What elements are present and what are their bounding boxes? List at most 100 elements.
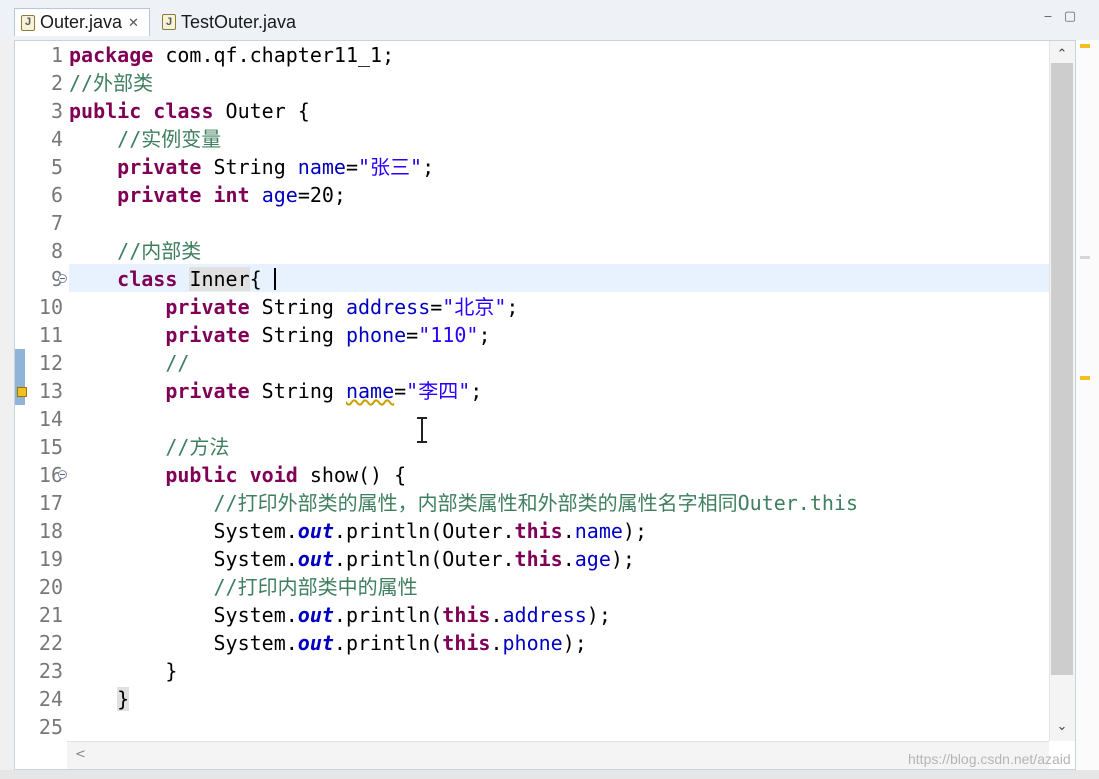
- horizontal-scrollbar[interactable]: <: [67, 741, 1049, 769]
- code-line[interactable]: private int age=20;: [69, 181, 346, 209]
- code-token: .: [490, 631, 503, 655]
- code-token: .: [562, 519, 575, 543]
- close-icon[interactable]: ✕: [128, 15, 139, 31]
- tab-testouter-java[interactable]: J TestOuter.java: [156, 8, 316, 36]
- code-token: String: [249, 379, 346, 403]
- code-token: ;: [422, 155, 435, 179]
- line-number: 20: [38, 575, 63, 599]
- code-token: System.: [69, 519, 298, 543]
- code-token: //打印内部类中的属性: [213, 575, 418, 599]
- code-line[interactable]: public void show() {: [69, 461, 406, 489]
- code-line[interactable]: System.out.println(this.phone);: [69, 629, 587, 657]
- code-token: private: [165, 379, 250, 403]
- line-number: 4: [50, 127, 63, 151]
- code-token: .println(: [333, 631, 443, 655]
- fold-toggle-icon[interactable]: [58, 470, 67, 479]
- code-token: String: [201, 155, 298, 179]
- code-token: private: [117, 183, 202, 207]
- vertical-scrollbar[interactable]: ⌃ ⌄: [1049, 41, 1075, 741]
- code-token: //外部类: [69, 71, 154, 95]
- code-token: //: [165, 351, 190, 375]
- code-line[interactable]: //外部类: [69, 69, 153, 97]
- code-line[interactable]: }: [69, 685, 130, 713]
- code-line[interactable]: package com.qf.chapter11_1;: [69, 41, 394, 69]
- fold-toggle-icon[interactable]: [58, 274, 67, 283]
- overview-ruler[interactable]: [1076, 40, 1099, 770]
- code-line[interactable]: System.out.println(Outer.this.age);: [69, 545, 634, 573]
- line-number: 7: [50, 211, 63, 235]
- status-bar: [0, 770, 1099, 779]
- code-token: .println(: [333, 603, 443, 627]
- scroll-down-icon[interactable]: ⌄: [1050, 719, 1074, 737]
- overview-warning-mark[interactable]: [1080, 376, 1090, 380]
- code-token: public: [69, 99, 142, 123]
- code-editor[interactable]: 1 2 3 4 5 6 7 8 9 10 11 12 13 14 15 16 17 18 19 20 21 22 23 24 2…: [14, 40, 1076, 770]
- code-line[interactable]: private String name="李四";: [69, 377, 482, 405]
- code-token: out: [297, 631, 334, 655]
- code-token: System.: [69, 603, 298, 627]
- code-line[interactable]: //打印内部类中的属性: [69, 573, 418, 601]
- code-token: Inner: [189, 267, 250, 291]
- code-token: "北京": [442, 295, 507, 319]
- watermark: https://blog.csdn.net/azaid: [908, 751, 1071, 767]
- tab-outer-java[interactable]: J Outer.java ✕: [14, 8, 150, 36]
- code-token: age: [261, 183, 298, 207]
- scroll-thumb[interactable]: [1051, 63, 1073, 675]
- line-number: 23: [38, 659, 63, 683]
- code-line[interactable]: }: [69, 657, 177, 685]
- line-number: 24: [38, 687, 63, 711]
- code-token: );: [562, 631, 587, 655]
- code-line[interactable]: private String address="北京";: [69, 293, 518, 321]
- java-file-icon: J: [162, 14, 176, 30]
- change-marker: [15, 349, 25, 377]
- code-token: "110": [418, 323, 479, 347]
- code-line[interactable]: public class Outer {: [69, 97, 310, 125]
- overview-warning-mark[interactable]: [1080, 44, 1090, 48]
- code-line[interactable]: private String name="张三";: [69, 153, 434, 181]
- code-line[interactable]: System.out.println(this.address);: [69, 601, 610, 629]
- scroll-left-icon[interactable]: <: [75, 747, 86, 762]
- code-token: address: [502, 603, 587, 627]
- code-token: ;: [470, 379, 483, 403]
- overview-occurrence-mark[interactable]: [1080, 256, 1090, 259]
- code-token: this: [514, 519, 563, 543]
- code-token: System.: [69, 631, 298, 655]
- code-area[interactable]: package com.qf.chapter11_1;//外部类 public c…: [69, 41, 1049, 741]
- code-token: String: [249, 295, 346, 319]
- maximize-button[interactable]: ▢: [1063, 10, 1077, 24]
- code-line[interactable]: //: [69, 349, 189, 377]
- code-token: "张三": [358, 155, 423, 179]
- code-line[interactable]: //实例变量: [69, 125, 221, 153]
- code-token: //打印外部类的属性，内部类属性和外部类的属性名字相同Outer.this: [213, 491, 859, 515]
- code-token: }: [69, 659, 178, 683]
- line-number: 22: [38, 631, 63, 655]
- code-line[interactable]: System.out.println(Outer.this.name);: [69, 517, 647, 545]
- code-token: =: [345, 155, 359, 179]
- code-token: out: [297, 547, 334, 571]
- warning-icon[interactable]: [17, 387, 27, 397]
- code-token: System.: [69, 547, 298, 571]
- code-line[interactable]: private String phone="110";: [69, 321, 490, 349]
- code-line[interactable]: //内部类: [69, 237, 201, 265]
- minimize-button[interactable]: ‒: [1041, 10, 1055, 24]
- code-token: =20;: [297, 183, 346, 207]
- code-token: com.qf.chapter11_1;: [153, 43, 395, 67]
- text-cursor-icon: [417, 417, 427, 443]
- code-token: =: [406, 323, 419, 347]
- code-line[interactable]: //方法: [69, 433, 229, 461]
- code-token: );: [622, 519, 648, 543]
- code-line[interactable]: class Inner{: [69, 265, 262, 293]
- line-number: 11: [38, 323, 63, 347]
- code-line[interactable]: //打印外部类的属性，内部类属性和外部类的属性名字相同Outer.this: [69, 489, 859, 517]
- code-token: this: [514, 547, 563, 571]
